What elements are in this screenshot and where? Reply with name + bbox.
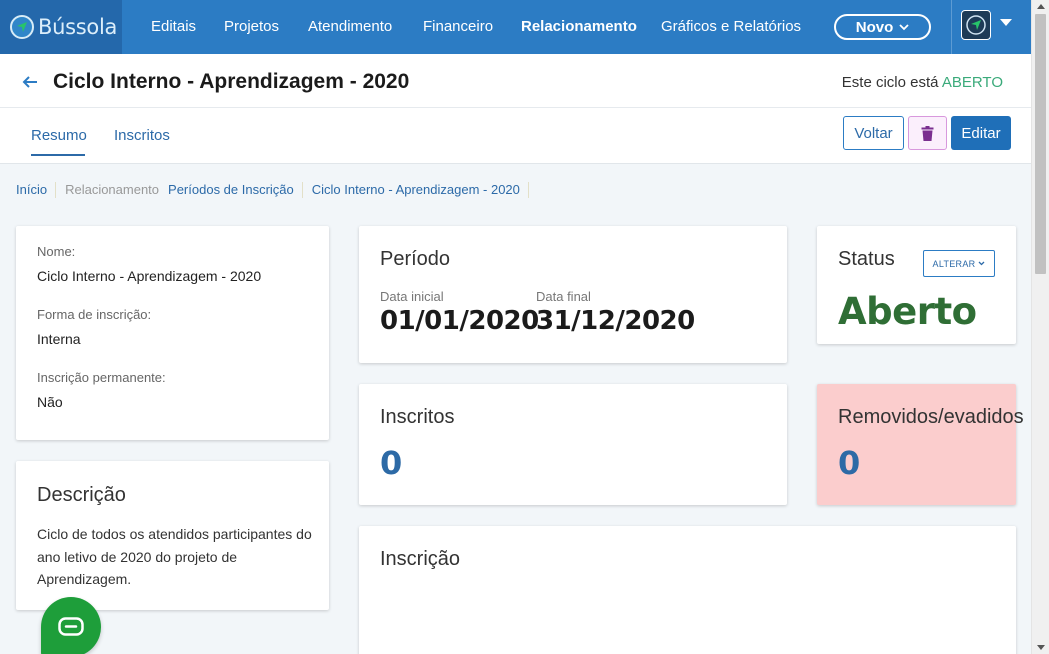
chat-button[interactable] — [41, 597, 101, 654]
cycle-state-prefix: Este ciclo está — [841, 74, 939, 91]
breadcrumb: Início Relacionamento Períodos de Inscri… — [16, 182, 538, 198]
status-card: Status ALTERAR Aberto — [817, 226, 1016, 344]
tab-inscritos[interactable]: Inscritos — [114, 127, 170, 144]
nav-item-financeiro[interactable]: Financeiro — [423, 0, 493, 54]
novo-label: Novo — [855, 18, 894, 36]
chevron-down-icon — [979, 261, 985, 266]
inscricao-permanente-label: Inscrição permanente: — [37, 370, 166, 385]
page-title: Ciclo Interno - Aprendizagem - 2020 — [53, 70, 410, 93]
active-tab-indicator — [31, 154, 85, 156]
scroll-thumb[interactable] — [1035, 14, 1046, 274]
divider — [0, 107, 1031, 108]
removidos-card: Removidos/evadidos 0 — [817, 384, 1024, 505]
status-value: Aberto — [838, 290, 977, 333]
brand-name: Bússola — [38, 15, 118, 39]
compass-icon — [10, 15, 34, 39]
chat-icon — [58, 617, 84, 636]
nav-item-editais[interactable]: Editais — [151, 0, 196, 54]
breadcrumb-item-periodos[interactable]: Períodos de Inscrição — [168, 182, 303, 198]
data-inicial-value: 01/01/2020 — [380, 306, 539, 336]
inscricao-permanente-value: Não — [37, 394, 63, 410]
caret-down-icon[interactable] — [1000, 19, 1012, 26]
cycle-state-value: ABERTO — [941, 74, 1003, 91]
inscricao-title: Inscrição — [380, 548, 461, 570]
editar-button[interactable]: Editar — [951, 116, 1011, 150]
delete-button[interactable] — [908, 116, 947, 150]
inscritos-count: 0 — [380, 444, 403, 482]
data-final-value: 31/12/2020 — [536, 306, 695, 336]
nome-label: Nome: — [37, 244, 76, 259]
scroll-up-arrow-icon[interactable] — [1037, 4, 1045, 9]
forma-inscricao-label: Forma de inscrição: — [37, 307, 152, 322]
nav-item-relacionamento[interactable]: Relacionamento — [521, 0, 637, 54]
periodo-card: Período Data inicial 01/01/2020 Data fin… — [359, 226, 787, 363]
descricao-card: Descrição Ciclo de todos os atendidos pa… — [16, 461, 329, 610]
vertical-scrollbar[interactable] — [1031, 0, 1049, 654]
nav-item-atendimento[interactable]: Atendimento — [308, 0, 392, 54]
breadcrumb-item-inicio[interactable]: Início — [16, 182, 57, 198]
voltar-button[interactable]: Voltar — [843, 116, 904, 150]
trash-icon — [921, 125, 934, 141]
info-card: Nome: Ciclo Interno - Aprendizagem - 202… — [16, 226, 329, 440]
breadcrumb-item-relacionamento: Relacionamento — [65, 182, 160, 197]
data-inicial-label: Data inicial — [380, 289, 444, 304]
breadcrumb-item-ciclo[interactable]: Ciclo Interno - Aprendizagem - 2020 — [312, 182, 529, 198]
descricao-title: Descrição — [37, 484, 126, 506]
scroll-down-arrow-icon[interactable] — [1037, 645, 1045, 650]
alterar-label: ALTERAR — [932, 258, 976, 269]
cycle-state-text: Este ciclo está ABERTO — [842, 74, 1003, 91]
brand-logo-link[interactable]: Bússola — [0, 0, 122, 54]
removidos-count: 0 — [838, 444, 861, 482]
compass-icon — [966, 15, 986, 35]
inscricao-card: Inscrição — [359, 526, 1016, 654]
back-arrow-icon[interactable] — [22, 72, 38, 95]
status-title: Status — [838, 248, 895, 270]
tab-resumo[interactable]: Resumo — [31, 127, 87, 144]
inscritos-title: Inscritos — [380, 406, 455, 428]
alterar-status-button[interactable]: ALTERAR — [923, 250, 995, 277]
periodo-title: Período — [380, 248, 451, 270]
inscritos-card: Inscritos 0 — [359, 384, 787, 505]
nome-value: Ciclo Interno - Aprendizagem - 2020 — [37, 268, 262, 284]
forma-inscricao-value: Interna — [37, 331, 81, 347]
top-navbar: Bússola Editais Projetos Atendimento Fin… — [0, 0, 1031, 54]
removidos-title: Removidos/evadidos — [838, 406, 1024, 428]
novo-dropdown-button[interactable]: Novo — [834, 14, 931, 40]
data-final-label: Data final — [536, 289, 591, 304]
descricao-text: Ciclo de todos os atendidos participante… — [37, 526, 312, 587]
nav-item-graficos-relatorios[interactable]: Gráficos e Relatórios — [661, 0, 801, 54]
user-avatar[interactable] — [961, 10, 991, 40]
nav-item-projetos[interactable]: Projetos — [224, 0, 279, 54]
nav-divider — [951, 0, 952, 54]
page-header: Ciclo Interno - Aprendizagem - 2020 Este… — [0, 54, 1031, 164]
chevron-down-icon — [899, 23, 909, 30]
